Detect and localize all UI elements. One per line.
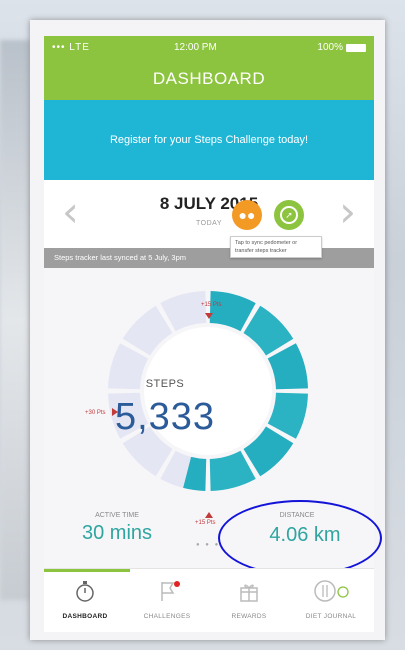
cutlery-icon — [290, 579, 372, 603]
clock: 12:00 PM — [174, 42, 217, 53]
battery-indicator: 100% — [317, 42, 366, 53]
points-marker-bottom: +15 Pts — [195, 520, 216, 526]
marker-left-arrow — [112, 408, 118, 416]
gift-icon — [208, 579, 290, 603]
marker-top-arrow — [205, 313, 213, 319]
date-navigator: ‹ 8 JULY 2015 TODAY › — [44, 180, 374, 248]
date-label: 8 JULY 2015 — [159, 194, 259, 213]
tab-dashboard[interactable]: DASHBOARD — [44, 569, 126, 631]
sync-tooltip: Tap to sync pedometer or transfer steps … — [230, 236, 322, 258]
points-marker-left: +30 Pts — [85, 410, 106, 416]
tab-bar: DASHBOARD CHALLENGES REWARDS DIET JOURNA… — [44, 568, 374, 631]
tab-label: DIET JOURNAL — [305, 613, 357, 620]
page-title: DASHBOARD — [44, 60, 374, 100]
steps-label: STEPS — [145, 378, 185, 390]
notification-badge — [174, 581, 180, 587]
steps-value: 5,333 — [114, 396, 216, 438]
battery-percent: 100% — [317, 42, 343, 53]
tab-label: CHALLENGES — [143, 613, 191, 620]
points-marker-top: +15 Pts — [201, 302, 222, 308]
tab-rewards[interactable]: REWARDS — [208, 569, 290, 631]
marker-bottom-arrow — [205, 512, 213, 518]
stopwatch-icon — [44, 579, 126, 603]
sync-pedometer-button[interactable]: ●● — [232, 200, 262, 230]
tab-challenges[interactable]: CHALLENGES — [126, 569, 208, 631]
tab-label: REWARDS — [231, 613, 267, 620]
people-icon: ●● — [238, 207, 256, 223]
tab-diet-journal[interactable]: DIET JOURNAL — [290, 569, 372, 631]
page-indicator: ● ● ● — [196, 542, 221, 548]
status-bar: ••• LTE 12:00 PM 100% — [44, 36, 374, 60]
tracker-button[interactable]: ➚ — [274, 200, 304, 230]
chevron-right-icon[interactable]: › — [339, 191, 356, 233]
active-time-label: ACTIVE TIME — [95, 512, 139, 519]
active-time-value: 30 mins — [81, 522, 153, 544]
flag-icon — [126, 579, 208, 603]
battery-icon — [346, 43, 366, 52]
sync-status-bar: Steps tracker last synced at 5 July, 3pm — [44, 248, 374, 268]
date-sublabel: TODAY — [196, 220, 222, 227]
tab-label: DASHBOARD — [62, 613, 108, 620]
background-blur — [0, 40, 30, 600]
compass-icon: ➚ — [280, 206, 298, 224]
carrier-label: ••• LTE — [52, 42, 90, 53]
challenge-banner[interactable]: Register for your Steps Challenge today! — [44, 100, 374, 180]
distance-highlight-circle — [218, 500, 382, 576]
